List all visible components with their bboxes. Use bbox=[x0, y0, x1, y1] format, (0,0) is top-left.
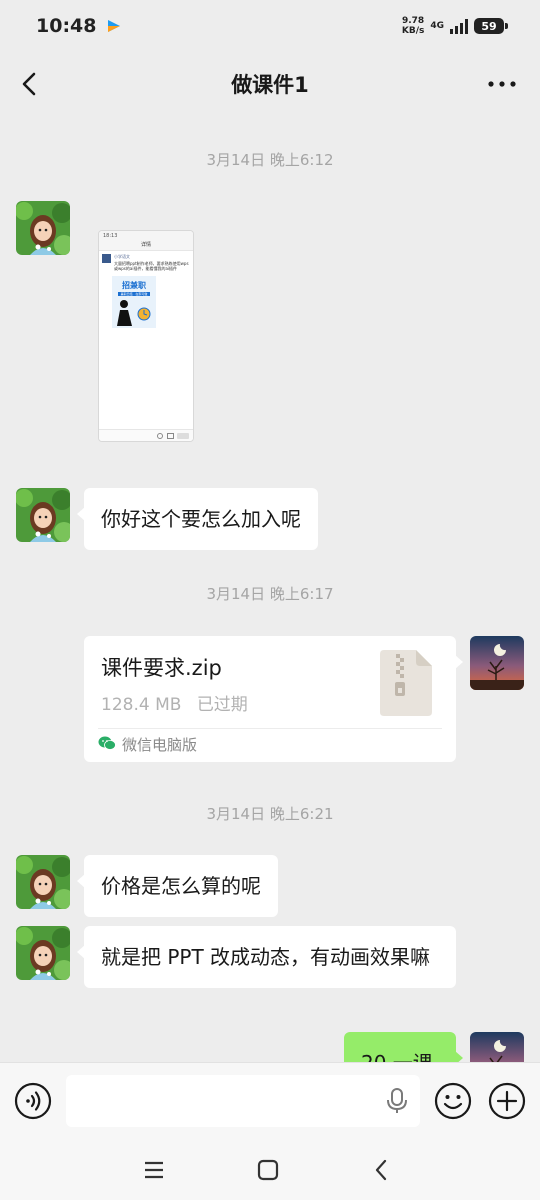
file-divider bbox=[98, 728, 442, 729]
image-input-bar bbox=[99, 429, 193, 441]
system-nav-bar bbox=[0, 1138, 540, 1200]
file-status: 已过期 bbox=[196, 695, 248, 715]
network-type: 4G bbox=[430, 21, 444, 31]
back-arrow-icon[interactable] bbox=[14, 68, 46, 100]
message-bubble[interactable]: 你好这个要怎么加入呢 bbox=[77, 488, 318, 550]
status-bar: 10:48 9.78 KB/s 4G 59 bbox=[0, 0, 540, 52]
app-notification-icon bbox=[106, 18, 122, 34]
file-meta: 128.4 MB 已过期 bbox=[101, 690, 248, 715]
contact-avatar[interactable] bbox=[16, 201, 70, 255]
file-name: 课件要求.zip bbox=[101, 656, 222, 680]
battery-level: 59 bbox=[481, 19, 497, 33]
message-bubble[interactable]: 就是把 PPT 改成动态，有动画效果嘛 bbox=[77, 926, 456, 988]
chat-area[interactable]: 3月14日 晚上6:12 18:13 详情 小学语文 大量招聘ppt制作老师，要… bbox=[0, 116, 540, 1062]
message-input[interactable] bbox=[66, 1075, 420, 1127]
image-post-avatar bbox=[102, 254, 111, 263]
message-text: 价格是怎么算的呢 bbox=[101, 874, 261, 898]
message-timestamp: 3月14日 晚上6:21 bbox=[206, 805, 334, 823]
network-speed: 9.78 KB/s bbox=[402, 16, 424, 36]
network-speed-unit: KB/s bbox=[401, 26, 425, 36]
image-poster-title: 招兼职 bbox=[122, 281, 146, 290]
self-avatar[interactable] bbox=[470, 1032, 524, 1062]
battery-icon: 59 bbox=[474, 18, 508, 34]
chat-header: 做课件1 bbox=[0, 52, 540, 116]
self-avatar[interactable] bbox=[470, 636, 524, 690]
image-status-bar: 18:13 bbox=[99, 231, 193, 241]
image-title: 详情 bbox=[99, 241, 193, 251]
image-recruit-poster: 招兼职 兼职日结 · 在家可做 bbox=[112, 276, 156, 328]
chat-title: 做课件1 bbox=[231, 73, 309, 97]
wechat-pc-icon bbox=[98, 735, 116, 755]
status-right: 9.78 KB/s 4G 59 bbox=[402, 16, 508, 36]
contact-avatar[interactable] bbox=[16, 488, 70, 542]
back-nav-icon[interactable] bbox=[370, 1158, 394, 1182]
input-bar bbox=[0, 1062, 540, 1138]
home-icon[interactable] bbox=[256, 1158, 280, 1182]
microphone-icon[interactable] bbox=[384, 1087, 410, 1115]
voice-icon[interactable] bbox=[14, 1082, 52, 1120]
message-timestamp: 3月14日 晚上6:17 bbox=[206, 585, 334, 603]
signal-group: 4G bbox=[430, 21, 444, 31]
file-source-label: 微信电脑版 bbox=[122, 736, 198, 754]
signal-icon bbox=[450, 18, 468, 34]
message-text: 就是把 PPT 改成动态，有动画效果嘛 bbox=[101, 945, 431, 969]
message-bubble-self[interactable]: 20 一课 bbox=[344, 1032, 463, 1062]
more-dots-icon[interactable] bbox=[486, 72, 518, 96]
image-poster-figure bbox=[117, 300, 151, 326]
contact-avatar[interactable] bbox=[16, 926, 70, 980]
plus-icon[interactable] bbox=[488, 1082, 526, 1120]
image-status-time: 18:13 bbox=[103, 233, 118, 239]
menu-icon[interactable] bbox=[142, 1158, 166, 1182]
status-left: 10:48 bbox=[36, 15, 122, 37]
message-bubble[interactable]: 价格是怎么算的呢 bbox=[77, 855, 278, 917]
network-speed-value: 9.78 bbox=[401, 16, 425, 26]
file-size: 128.4 MB bbox=[101, 695, 182, 715]
message-text: 20 一课 bbox=[361, 1051, 433, 1062]
image-post-text: 大量招聘ppt制作老师，要求熟练使用wps或wps的ai插件，能看懂我的ai插件 bbox=[114, 261, 189, 271]
file-message[interactable]: 课件要求.zip 128.4 MB 已过期 微信电脑版 bbox=[84, 636, 463, 762]
image-message[interactable]: 18:13 详情 小学语文 大量招聘ppt制作老师，要求熟练使用wps或wps的… bbox=[98, 230, 194, 442]
contact-avatar[interactable] bbox=[16, 855, 70, 909]
status-time: 10:48 bbox=[36, 15, 97, 37]
image-post: 小学语文 大量招聘ppt制作老师，要求熟练使用wps或wps的ai插件，能看懂我… bbox=[99, 251, 193, 274]
zip-file-icon bbox=[380, 650, 432, 716]
message-timestamp: 3月14日 晚上6:12 bbox=[206, 151, 334, 169]
message-text: 你好这个要怎么加入呢 bbox=[101, 507, 301, 531]
emoji-icon[interactable] bbox=[434, 1082, 472, 1120]
image-post-sender: 小学语文 bbox=[114, 254, 130, 259]
file-source: 微信电脑版 bbox=[98, 734, 197, 755]
